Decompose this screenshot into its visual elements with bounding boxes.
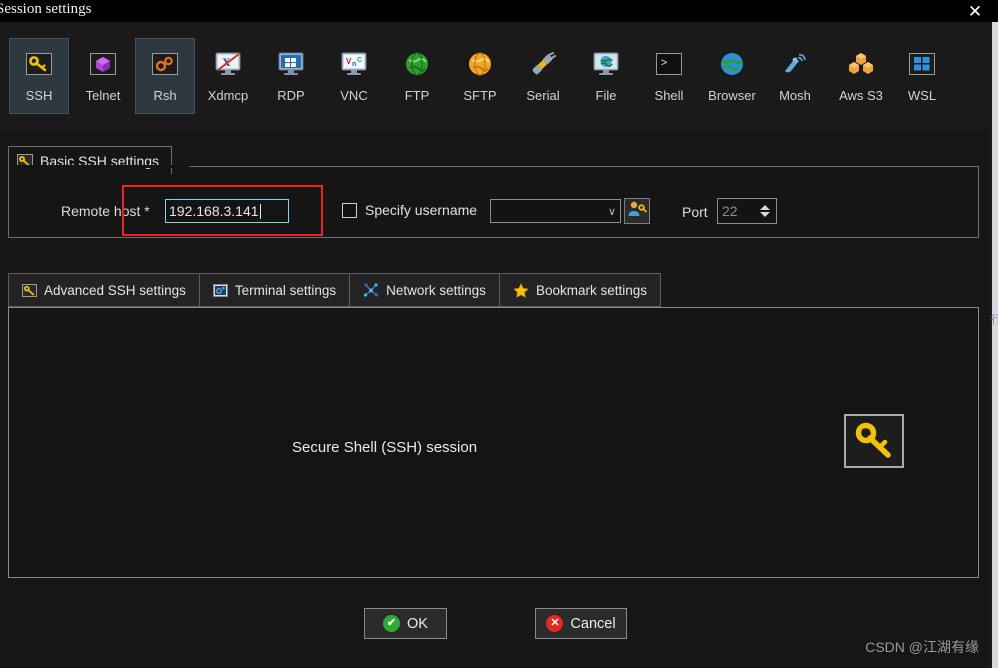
ssh-key-large-icon [844,414,904,468]
aws-s3-icon [845,48,877,80]
tab-terminal-settings[interactable]: Terminal settings [198,273,350,307]
session-type-label: Serial [526,88,560,103]
mosh-antenna-icon [779,48,811,80]
tab-label: Network settings [386,282,486,298]
network-nodes-icon [363,282,379,298]
stepper-up-icon[interactable] [760,205,770,210]
session-type-file[interactable]: File [576,38,636,114]
x-icon: ✕ [546,615,564,632]
tab-label: Advanced SSH settings [44,282,186,298]
tab-advanced-ssh-settings[interactable]: Advanced SSH settings [8,273,199,307]
tab-network-settings[interactable]: Network settings [349,273,499,307]
background-window-glyph: 行 [991,314,998,326]
session-description-pane: Secure Shell (SSH) session [8,307,979,578]
user-key-button[interactable] [624,198,650,224]
terminal-icon [212,283,228,297]
session-type-ftp[interactable]: FTP [387,38,447,114]
background-window-scrollbar[interactable] [992,22,998,668]
remote-host-input[interactable]: 192.168.3.141 [165,199,289,223]
ftp-globe-icon [401,48,433,80]
username-select[interactable]: ∨ [490,199,621,223]
telnet-cube-icon [87,48,119,80]
chevron-down-icon: ∨ [607,205,616,218]
session-type-label: FTP [404,88,430,103]
session-type-telnet[interactable]: Telnet [73,38,133,114]
rdp-windows-icon [275,48,307,80]
check-icon: ✔ [383,615,401,632]
session-type-label: Xdmcp [207,88,249,103]
tab-label: Bookmark settings [535,282,647,298]
wsl-windows-icon [906,48,938,80]
stepper-down-icon[interactable] [760,212,770,217]
shell-prompt-icon: > [653,48,685,80]
groupbox-title-mask [9,165,189,168]
ok-button-label: OK [407,615,428,632]
tab-label: Terminal settings [234,282,337,298]
session-type-label: WSL [907,88,937,103]
basic-ssh-settings-header: Basic SSH settings [8,146,173,174]
xdmcp-monitor-icon: X [212,48,244,80]
port-stepper[interactable] [757,199,773,223]
star-icon [513,282,529,298]
ssh-key-icon [23,48,55,80]
session-settings-dialog: Session settings ✕ 行 SSH Telnet Rsh X Xd… [0,0,998,668]
svg-text:n: n [352,61,356,68]
window-title: Session settings [0,1,92,17]
session-type-sftp[interactable]: SFTP [450,38,510,114]
svg-text:C: C [357,57,362,64]
vnc-monitor-icon: V n C [338,48,370,80]
session-type-label: Aws S3 [839,88,883,103]
session-type-label: Mosh [779,88,811,103]
serial-plug-icon [527,48,559,80]
file-monitor-icon [590,48,622,80]
session-type-label: RDP [277,88,305,103]
session-type-toolbar: SSH Telnet Rsh X Xdmcp RDP V n C VNC FTP… [0,22,992,130]
rsh-gears-icon [149,48,181,80]
watermark: CSDN @江湖有缘 [865,639,979,655]
sftp-globe-icon [464,48,496,80]
cancel-button[interactable]: ✕ Cancel [535,608,627,639]
remote-host-label: Remote host * [61,203,150,219]
checkbox-box[interactable] [342,202,357,218]
settings-tabs: Advanced SSH settings Terminal settings [8,273,661,307]
specify-username-label: Specify username [365,202,478,218]
ok-button[interactable]: ✔ OK [364,608,447,639]
cancel-button-label: Cancel [570,615,616,632]
user-key-icon [627,200,647,223]
session-type-xdmcp[interactable]: X Xdmcp [198,38,258,114]
port-label: Port [682,204,708,220]
session-type-rsh[interactable]: Rsh [135,38,195,114]
session-type-mosh[interactable]: Mosh [765,38,825,114]
session-description-text: Secure Shell (SSH) session [292,439,478,456]
session-type-label: SFTP [463,88,497,103]
browser-globe-icon [716,48,748,80]
session-type-label: Shell [654,88,684,103]
titlebar: Session settings ✕ [0,0,998,22]
session-type-label: Telnet [85,88,121,103]
session-type-label: SSH [25,88,53,103]
tab-bookmark-settings[interactable]: Bookmark settings [498,273,661,307]
session-type-rdp[interactable]: RDP [261,38,321,114]
session-type-label: Rsh [153,88,177,103]
session-type-label: Browser [708,88,756,103]
port-input[interactable]: 22 [717,198,777,224]
session-type-aws-s3[interactable]: Aws S3 [828,38,894,114]
session-type-label: File [595,88,617,103]
session-type-serial[interactable]: Serial [513,38,573,114]
ssh-key-icon [22,283,37,297]
session-type-shell[interactable]: > Shell [639,38,699,114]
close-icon[interactable]: ✕ [952,0,998,22]
port-value: 22 [722,203,738,219]
remote-host-value: 192.168.3.141 [169,203,259,219]
text-cursor [259,203,261,219]
specify-username-checkbox[interactable]: Specify username [342,202,477,218]
session-type-ssh[interactable]: SSH [9,38,69,114]
session-type-vnc[interactable]: V n C VNC [324,38,384,114]
session-type-label: VNC [340,88,368,103]
session-type-browser[interactable]: Browser [702,38,762,114]
session-type-wsl[interactable]: WSL [892,38,952,114]
